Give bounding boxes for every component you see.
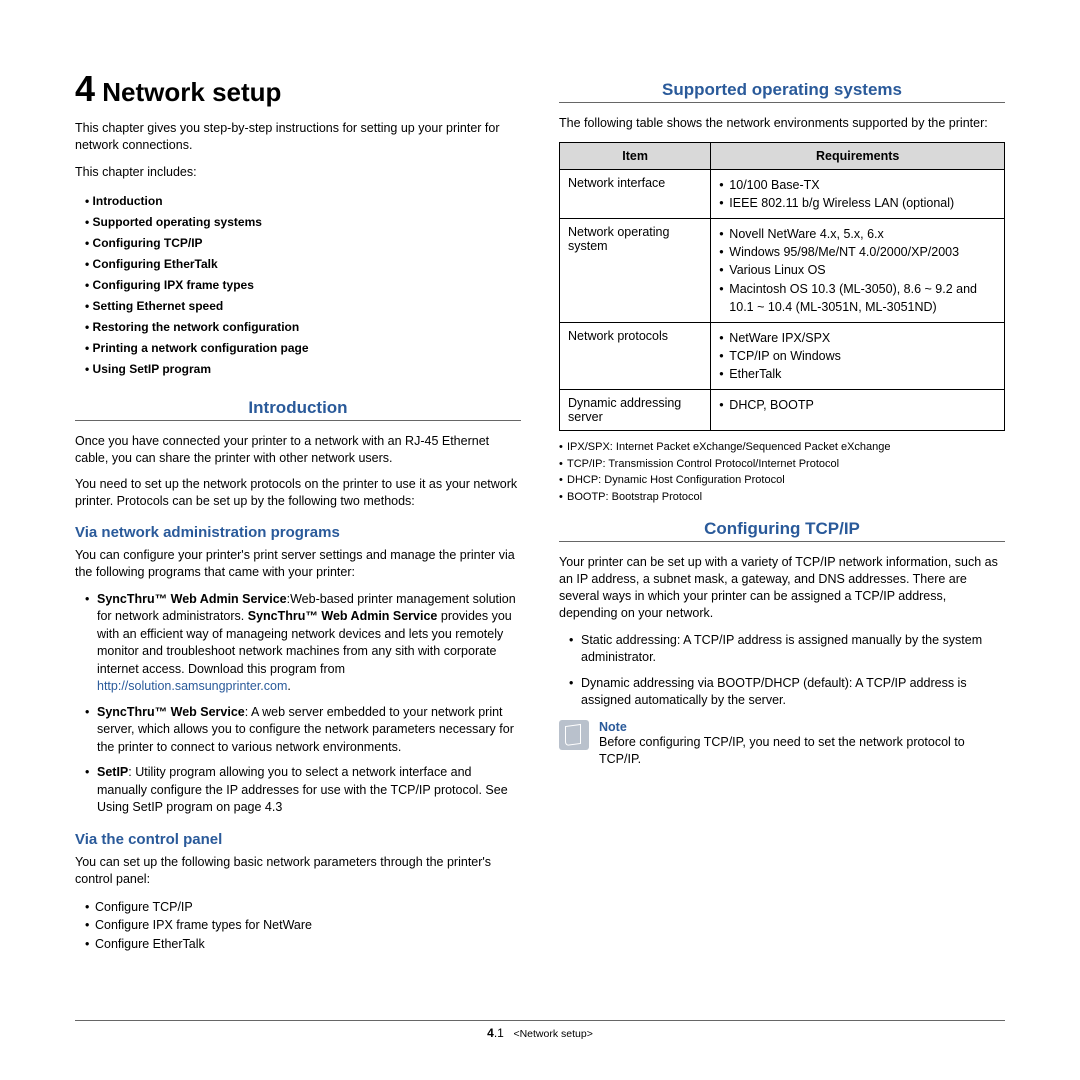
toc-item[interactable]: Restoring the network configuration xyxy=(85,317,521,338)
toc-item[interactable]: Using SetIP program xyxy=(85,359,521,380)
chapter-intro: This chapter gives you step-by-step inst… xyxy=(75,120,521,154)
cell-item: Dynamic addressing server xyxy=(560,390,711,431)
cell-reqs: Novell NetWare 4.x, 5.x, 6.x Windows 95/… xyxy=(719,225,996,316)
intro-p1: Once you have connected your printer to … xyxy=(75,433,521,467)
cell-item: Network protocols xyxy=(560,322,711,389)
subhead-admin-programs: Via network administration programs xyxy=(75,524,521,541)
def-item: TCP/IP: Transmission Control Protocol/In… xyxy=(559,456,1005,473)
def-item: IPX/SPX: Internet Packet eXchange/Sequen… xyxy=(559,439,1005,456)
toc-item[interactable]: Printing a network configuration page xyxy=(85,338,521,359)
toc-item[interactable]: Configuring IPX frame types xyxy=(85,275,521,296)
th-requirements: Requirements xyxy=(711,142,1005,169)
th-item: Item xyxy=(560,142,711,169)
panel-intro: You can set up the following basic netwo… xyxy=(75,854,521,888)
table-row: Network protocols NetWare IPX/SPX TCP/IP… xyxy=(560,322,1005,389)
supported-intro: The following table shows the network en… xyxy=(559,115,1005,132)
note-icon xyxy=(559,720,589,750)
chapter-name: Network setup xyxy=(102,77,281,107)
note-block: Note Before configuring TCP/IP, you need… xyxy=(559,720,1005,769)
definitions-list: IPX/SPX: Internet Packet eXchange/Sequen… xyxy=(559,439,1005,505)
table-row: Network operating system Novell NetWare … xyxy=(560,219,1005,323)
tcpip-para: Your printer can be set up with a variet… xyxy=(559,554,1005,622)
divider xyxy=(559,102,1005,103)
panel-item: Configure IPX frame types for NetWare xyxy=(85,916,521,935)
subhead-control-panel: Via the control panel xyxy=(75,831,521,848)
breadcrumb: <Network setup> xyxy=(513,1028,592,1040)
page-number-chapter: 4 xyxy=(487,1026,494,1040)
table-row: Network interface 10/100 Base-TX IEEE 80… xyxy=(560,169,1005,218)
section-tcpip-head: Configuring TCP/IP xyxy=(559,519,1005,539)
cell-item: Network operating system xyxy=(560,219,711,323)
left-column: 4 Network setup This chapter gives you s… xyxy=(75,68,521,964)
divider xyxy=(559,541,1005,542)
bold-text: SyncThru™ Web Admin Service xyxy=(248,609,438,623)
toc-item[interactable]: Configuring EtherTalk xyxy=(85,254,521,275)
panel-item: Configure EtherTalk xyxy=(85,935,521,954)
admin-list: SyncThru™ Web Admin Service:Web-based pr… xyxy=(85,591,521,817)
def-item: DHCP: Dynamic Host Configuration Protoco… xyxy=(559,472,1005,489)
note-text: Before configuring TCP/IP, you need to s… xyxy=(599,734,1005,769)
tcpip-item: Static addressing: A TCP/IP address is a… xyxy=(569,632,1005,667)
cell-item: Network interface xyxy=(560,169,711,218)
admin-intro: You can configure your printer's print s… xyxy=(75,547,521,581)
chapter-title: 4 Network setup xyxy=(75,68,521,110)
table-row: Dynamic addressing server DHCP, BOOTP xyxy=(560,390,1005,431)
admin-item: SyncThru™ Web Service: A web server embe… xyxy=(85,704,521,757)
divider xyxy=(75,420,521,421)
panel-list: Configure TCP/IP Configure IPX frame typ… xyxy=(85,898,521,954)
def-item: BOOTP: Bootstrap Protocol xyxy=(559,489,1005,506)
toc-item[interactable]: Configuring TCP/IP xyxy=(85,233,521,254)
cell-reqs: DHCP, BOOTP xyxy=(719,396,996,414)
bold-text: SyncThru™ Web Service xyxy=(97,705,245,719)
note-label: Note xyxy=(599,720,1005,734)
panel-item: Configure TCP/IP xyxy=(85,898,521,917)
right-column: Supported operating systems The followin… xyxy=(559,68,1005,964)
toc-list: Introduction Supported operating systems… xyxy=(85,191,521,380)
bold-text: SyncThru™ Web Admin Service xyxy=(97,592,287,606)
cell-reqs: 10/100 Base-TX IEEE 802.11 b/g Wireless … xyxy=(719,176,996,212)
bold-text: SetIP xyxy=(97,765,128,779)
section-supported-head: Supported operating systems xyxy=(559,80,1005,100)
toc-item[interactable]: Setting Ethernet speed xyxy=(85,296,521,317)
toc-item[interactable]: Introduction xyxy=(85,191,521,212)
chapter-number: 4 xyxy=(75,68,95,109)
requirements-table: Item Requirements Network interface 10/1… xyxy=(559,142,1005,431)
toc-item[interactable]: Supported operating systems xyxy=(85,212,521,233)
includes-label: This chapter includes: xyxy=(75,164,521,181)
download-link[interactable]: http://solution.samsungprinter.com xyxy=(97,679,287,693)
page-footer: 4.1 <Network setup> xyxy=(75,1020,1005,1040)
page-number-rest: .1 xyxy=(494,1026,504,1040)
admin-item: SetIP: Utility program allowing you to s… xyxy=(85,764,521,817)
admin-item: SyncThru™ Web Admin Service:Web-based pr… xyxy=(85,591,521,696)
tcpip-item: Dynamic addressing via BOOTP/DHCP (defau… xyxy=(569,675,1005,710)
cell-reqs: NetWare IPX/SPX TCP/IP on Windows EtherT… xyxy=(719,329,996,383)
intro-p2: You need to set up the network protocols… xyxy=(75,476,521,510)
tcpip-list: Static addressing: A TCP/IP address is a… xyxy=(569,632,1005,710)
section-introduction-head: Introduction xyxy=(75,398,521,418)
